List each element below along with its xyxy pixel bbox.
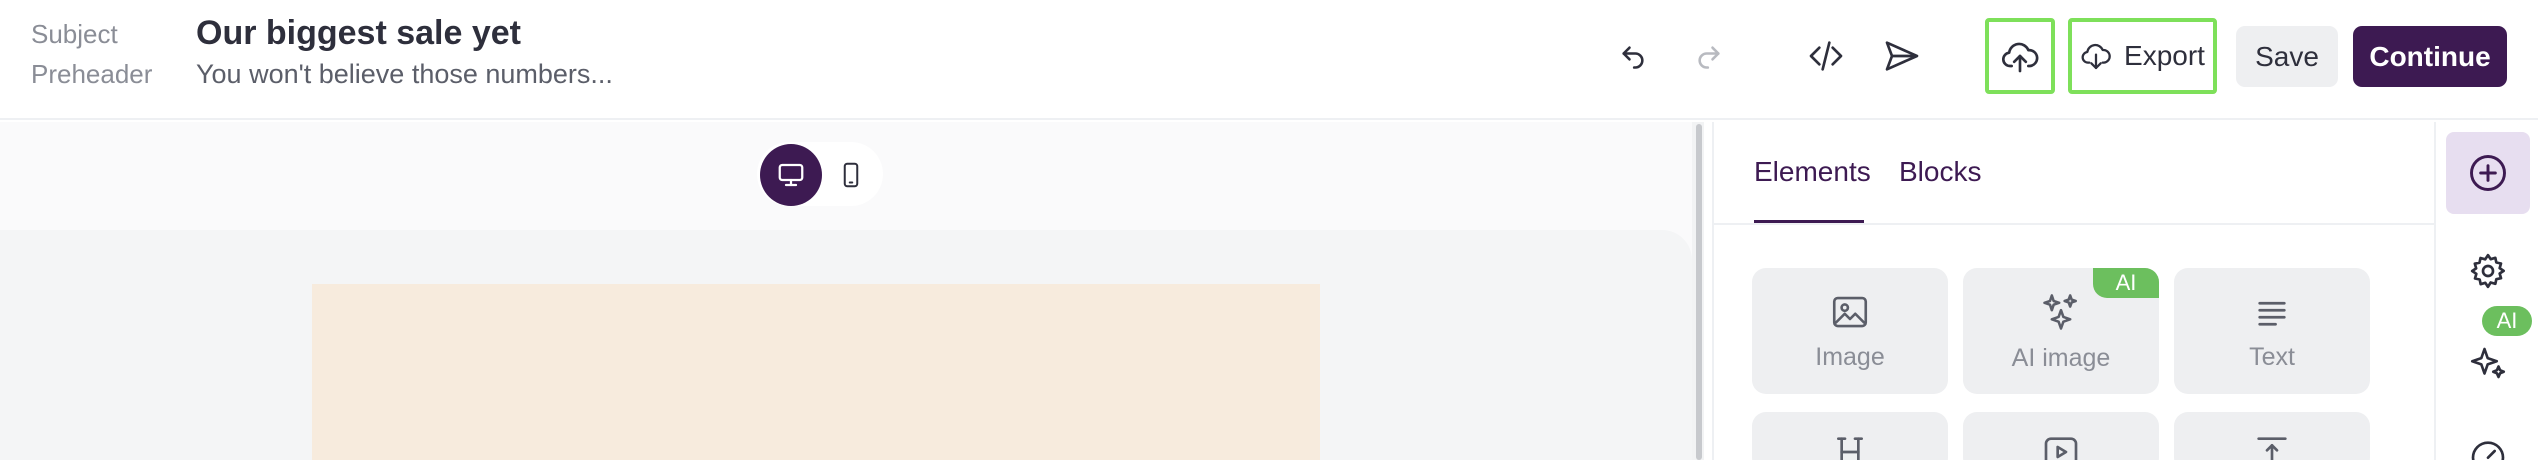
panel-divider <box>1712 223 2434 225</box>
save-button[interactable]: Save <box>2236 26 2338 87</box>
undo-icon <box>1622 46 1644 69</box>
desktop-icon <box>778 163 804 187</box>
cloud-download-icon <box>2081 43 2111 70</box>
element-video[interactable] <box>1963 412 2159 460</box>
ai-badge: AI <box>2093 268 2159 298</box>
text-lines-icon <box>2258 301 2286 326</box>
cloud-upload-icon <box>2001 42 2039 73</box>
element-image-label: Image <box>1815 342 1885 371</box>
element-spacer[interactable] <box>2174 412 2370 460</box>
redo-icon <box>1698 46 1720 69</box>
spacer-icon <box>2257 437 2287 460</box>
ai-assistant-button[interactable] <box>2465 340 2511 386</box>
export-button[interactable]: Export <box>2068 18 2217 94</box>
subject-field[interactable]: Our biggest sale yet <box>196 14 521 53</box>
export-label: Export <box>2124 40 2205 71</box>
upload-button[interactable] <box>1985 18 2055 94</box>
email-content-block[interactable] <box>312 284 1320 460</box>
element-ai-image-label: AI image <box>2011 343 2111 372</box>
element-text-label: Text <box>2249 342 2295 371</box>
send-test-button[interactable] <box>1876 30 1928 82</box>
gauge-icon <box>2471 441 2505 460</box>
add-icon <box>2470 155 2506 191</box>
heading-icon <box>1837 437 1863 460</box>
video-icon <box>2044 437 2078 460</box>
tab-blocks[interactable]: Blocks <box>1899 156 1981 188</box>
redo-button[interactable] <box>1686 34 1732 80</box>
undo-button[interactable] <box>1610 34 1656 80</box>
mobile-icon <box>843 162 859 188</box>
image-icon <box>1832 296 1868 327</box>
editor-header: Subject Preheader Our biggest sale yet Y… <box>0 0 2538 120</box>
preheader-label: Preheader <box>31 59 153 89</box>
tab-elements[interactable]: Elements <box>1754 156 1871 188</box>
code-icon <box>1809 41 1843 71</box>
desktop-view-button[interactable] <box>760 144 822 206</box>
continue-button[interactable]: Continue <box>2353 26 2507 87</box>
add-content-button[interactable] <box>2446 132 2530 214</box>
gear-icon <box>2470 253 2505 289</box>
element-text[interactable]: Text <box>2174 268 2370 394</box>
element-image[interactable]: Image <box>1752 268 1948 394</box>
analytics-button[interactable] <box>2465 436 2511 460</box>
sparkles-icon <box>2470 347 2506 379</box>
settings-button[interactable] <box>2465 248 2511 294</box>
subject-label: Subject <box>31 19 118 49</box>
element-heading[interactable] <box>1752 412 1948 460</box>
code-view-button[interactable] <box>1800 30 1852 82</box>
canvas-scrollbar[interactable] <box>1696 124 1702 460</box>
send-icon <box>1885 41 1919 71</box>
sparkles-icon <box>2043 293 2077 330</box>
mobile-view-button[interactable] <box>820 144 882 206</box>
rail-ai-badge: AI <box>2482 306 2532 336</box>
preheader-field[interactable]: You won't believe those numbers... <box>196 59 613 90</box>
